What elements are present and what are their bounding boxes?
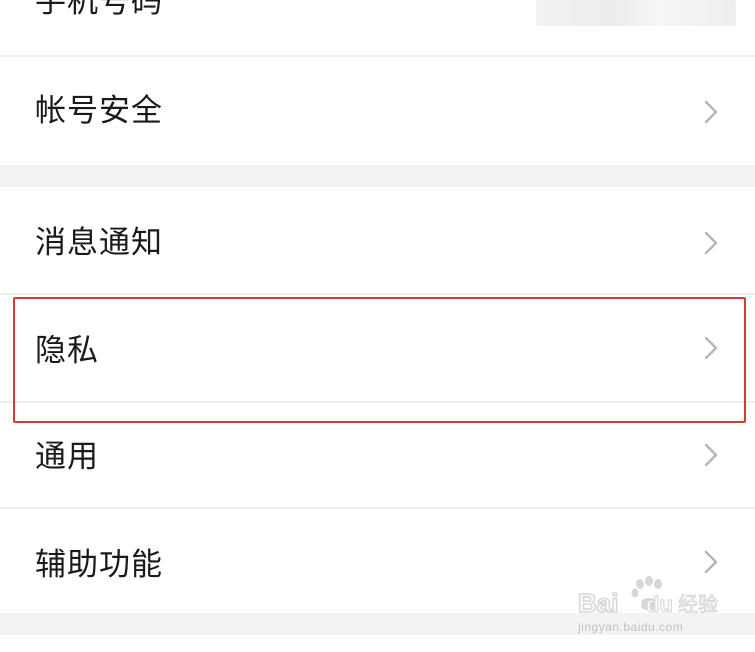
settings-item-label: 隐私 bbox=[35, 333, 99, 369]
chevron-right-icon bbox=[704, 336, 718, 360]
watermark-url: jingyan.baidu.com bbox=[578, 620, 684, 634]
section-gap bbox=[0, 165, 755, 187]
settings-item-phone[interactable]: 手机号码 bbox=[0, 0, 755, 55]
phone-number-value-blurred bbox=[536, 0, 736, 26]
settings-item-label: 帐号安全 bbox=[35, 93, 163, 129]
settings-item-label: 消息通知 bbox=[35, 225, 163, 261]
svg-text:du: du bbox=[646, 592, 673, 617]
settings-item-account-security[interactable]: 帐号安全 bbox=[0, 57, 755, 165]
settings-item-label: 辅助功能 bbox=[35, 547, 163, 583]
settings-item-label: 通用 bbox=[35, 439, 99, 475]
chevron-right-icon bbox=[704, 231, 718, 255]
settings-item-label: 手机号码 bbox=[35, 0, 163, 20]
svg-text:Bai: Bai bbox=[578, 588, 618, 618]
settings-screen: 手机号码 帐号安全 消息通知 隐私 通用 辅助功能 Bai du 经验 jing… bbox=[0, 0, 755, 652]
settings-item-privacy[interactable]: 隐私 bbox=[0, 295, 755, 401]
chevron-right-icon bbox=[704, 100, 718, 124]
settings-item-notifications[interactable]: 消息通知 bbox=[0, 187, 755, 293]
baidu-watermark: Bai du 经验 jingyan.baidu.com bbox=[578, 570, 738, 640]
chevron-right-icon bbox=[704, 443, 718, 467]
settings-item-general[interactable]: 通用 bbox=[0, 403, 755, 507]
baidu-jingyan-logo: Bai du 经验 bbox=[578, 576, 719, 618]
svg-text:经验: 经验 bbox=[678, 592, 718, 616]
